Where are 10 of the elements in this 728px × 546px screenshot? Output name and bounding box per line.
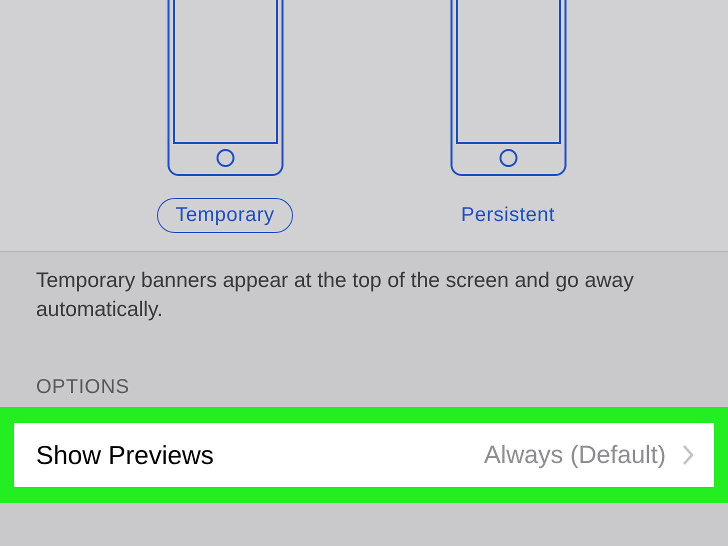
phone-icon [450, 0, 566, 177]
banner-style-option[interactable]: Persistent [442, 198, 574, 233]
settings-row[interactable]: Show Previews Always (Default) [14, 423, 714, 487]
phone-icon [166, 0, 284, 177]
banner-style-option[interactable]: Temporary [156, 198, 294, 233]
section-header: OPTIONS [35, 375, 131, 399]
chevron-icon [682, 444, 694, 466]
row-label: Show Previews [36, 440, 215, 470]
row-value: Always (Default) [484, 440, 666, 470]
description-text: Temporary banners appear at the top of the screen and go away automatically. [35, 268, 635, 323]
